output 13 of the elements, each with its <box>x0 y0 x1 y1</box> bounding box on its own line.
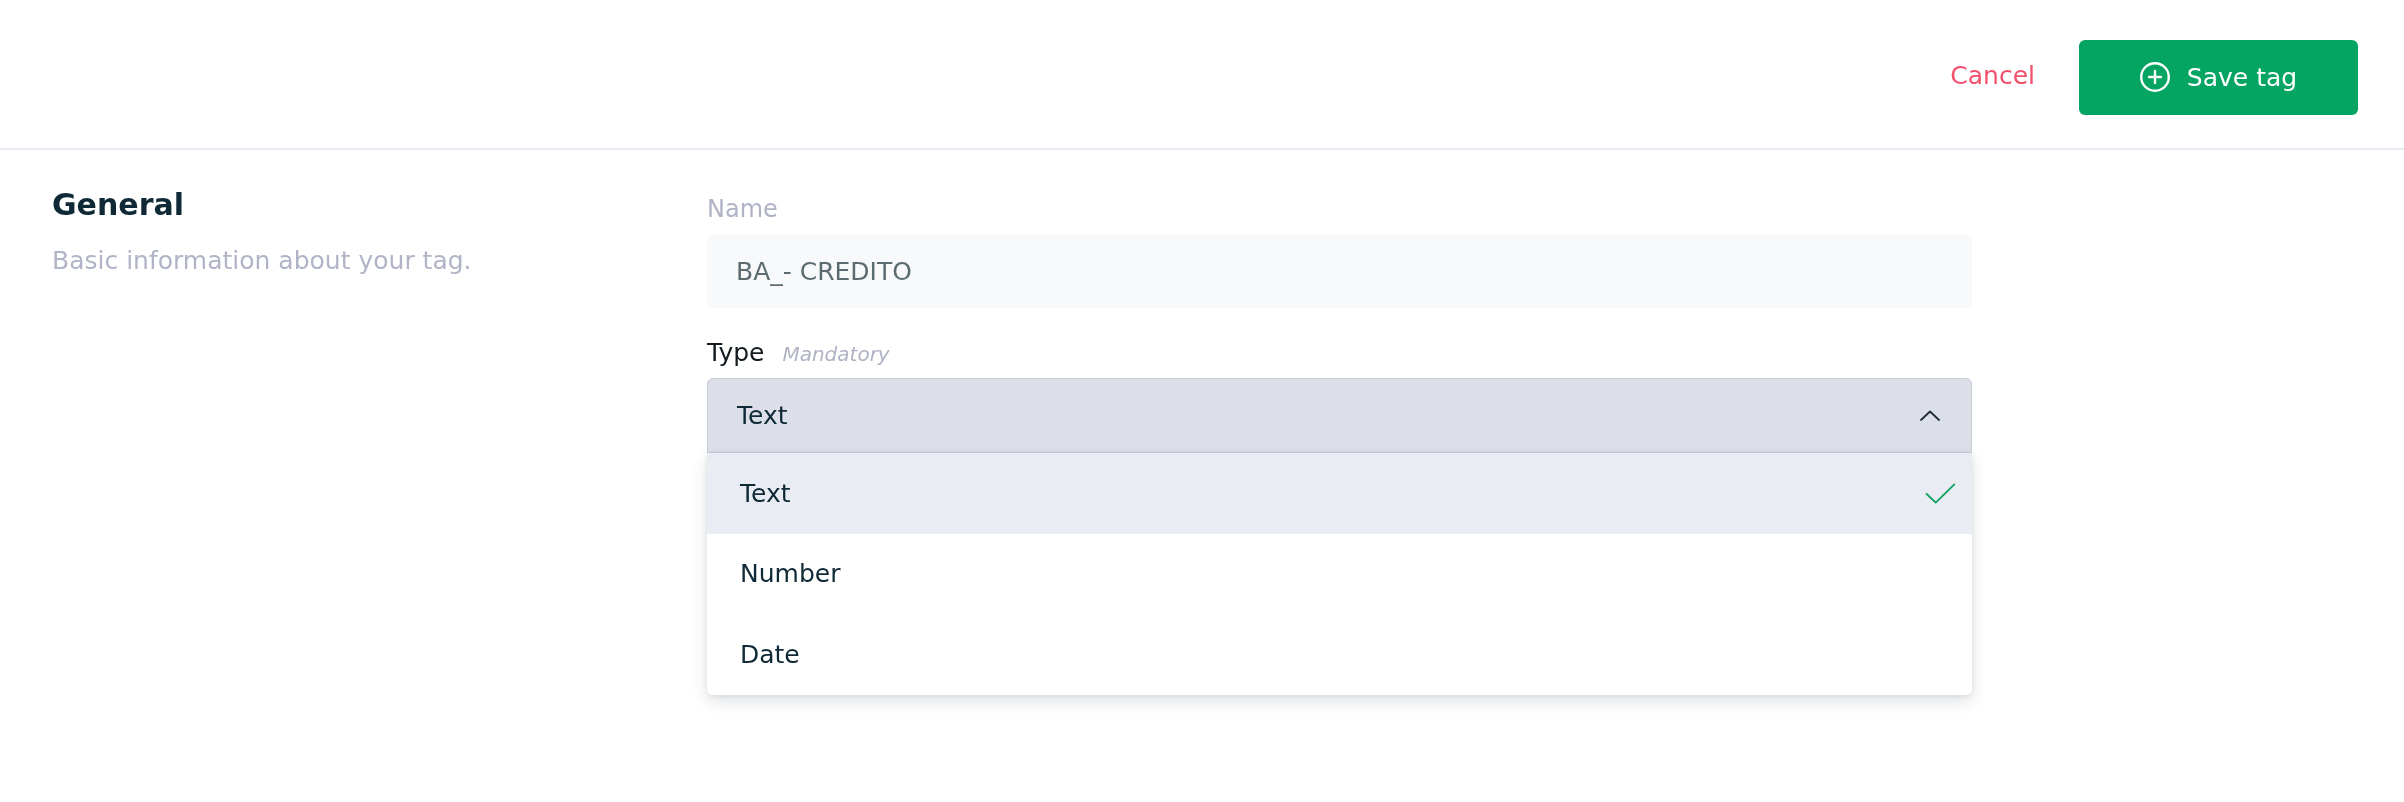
name-input[interactable]: BA_- CREDITO <box>707 234 1972 308</box>
field-hint: Mandatory <box>782 342 890 366</box>
section-description: Basic information about your tag. <box>52 245 473 277</box>
caret-icon <box>1920 410 1940 421</box>
field-label: Type <box>707 338 765 368</box>
dropdown-option[interactable]: Date <box>707 614 1972 695</box>
check-icon <box>1925 482 1956 504</box>
section-title: General <box>52 187 185 223</box>
plus-circle-icon <box>2139 62 2170 92</box>
field-label: Name <box>707 194 778 224</box>
dropdown-option[interactable]: Number <box>707 533 1972 614</box>
type-select[interactable]: Text <box>707 378 1972 453</box>
dropdown-option[interactable]: Text <box>707 453 1972 534</box>
